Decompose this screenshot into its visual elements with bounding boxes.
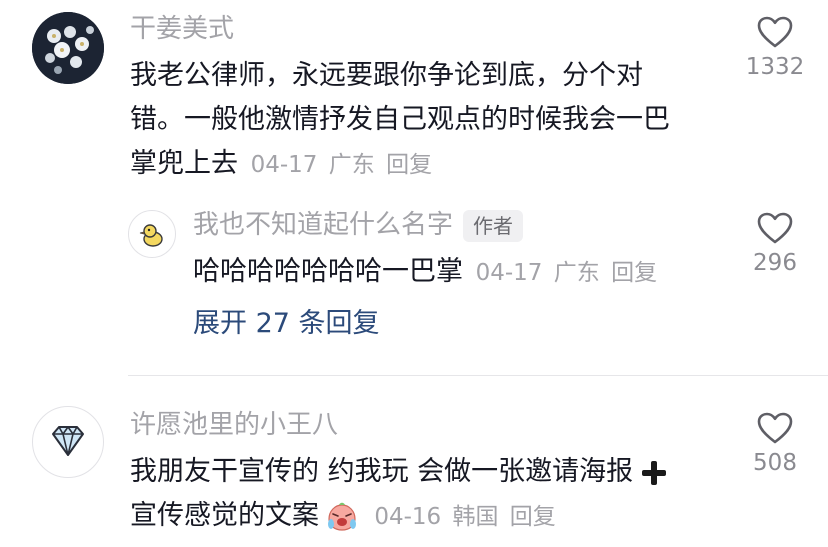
comment-meta: 04-17 广东 回复	[247, 152, 432, 178]
comment-date: 04-17	[250, 152, 318, 178]
like-button[interactable]: 296	[730, 212, 820, 276]
author-badge: 作者	[463, 209, 524, 242]
duck-avatar-icon	[139, 224, 163, 247]
reply-username-row: 我也不知道起什么名字 作者	[193, 208, 524, 242]
heart-icon	[757, 16, 793, 48]
comment-meta: 04-16 韩国 回复	[363, 504, 556, 530]
comment-meta: 04-17 广东 回复	[472, 260, 657, 286]
comment-username[interactable]: 许愿池里的小王八	[130, 408, 338, 442]
reply-username[interactable]: 我也不知道起什么名字	[193, 210, 453, 240]
reply-button[interactable]: 回复	[611, 260, 657, 286]
comment-location: 韩国	[452, 504, 499, 530]
avatar[interactable]	[128, 210, 176, 258]
like-count: 1332	[745, 54, 805, 80]
reply-text-row: 哈哈哈哈哈哈哈一巴掌 04-17 广东 回复	[193, 250, 733, 295]
comment-username[interactable]: 干姜美式	[130, 12, 234, 46]
divider	[128, 375, 828, 376]
like-button[interactable]: 508	[730, 412, 820, 476]
comment-text-line: 我老公律师，永远要跟你争论到底，分个对	[130, 60, 643, 91]
like-count: 508	[753, 450, 797, 476]
comment-text: 我老公律师，永远要跟你争论到底，分个对 错。一般他激情抒发自己观点的时候我会一巴…	[130, 54, 720, 187]
comment-date: 04-17	[475, 260, 543, 286]
avatar[interactable]	[32, 406, 104, 478]
reply-button[interactable]: 回复	[510, 504, 556, 530]
comment-text-line: 我朋友干宣传的 约我玩 会做一张邀请海报	[130, 456, 634, 487]
like-count: 296	[753, 250, 797, 276]
like-button[interactable]: 1332	[730, 16, 820, 80]
crying-face-emoji-icon	[328, 502, 356, 531]
comment-location: 广东	[553, 260, 600, 286]
comment-text: 我朋友干宣传的 约我玩 会做一张邀请海报 宣传感觉的文案 04-16 韩国 回复	[130, 450, 730, 539]
plus-icon	[641, 460, 667, 486]
comment-text-line: 掌兜上去	[130, 148, 238, 179]
comment-text-line-with-icon: 我朋友干宣传的 约我玩 会做一张邀请海报	[130, 450, 730, 494]
comment-location: 广东	[328, 152, 375, 178]
heart-icon	[757, 212, 793, 244]
comment-date: 04-16	[374, 504, 442, 530]
avatar[interactable]	[32, 12, 104, 84]
comment-text-line: 错。一般他激情抒发自己观点的时候我会一巴	[130, 104, 670, 135]
heart-icon	[757, 412, 793, 444]
reply-text: 哈哈哈哈哈哈哈一巴掌	[193, 256, 463, 287]
flower-avatar-icon	[32, 12, 104, 84]
expand-replies-button[interactable]: 展开 27 条回复	[193, 304, 380, 344]
comment-text-line-with-meta: 宣传感觉的文案 04-16 韩国 回复	[130, 494, 730, 539]
diamond-avatar-icon	[52, 426, 84, 456]
reply-button[interactable]: 回复	[386, 152, 432, 178]
comment-text-line: 宣传感觉的文案	[130, 500, 319, 531]
comment-text-line-with-meta: 掌兜上去 04-17 广东 回复	[130, 142, 720, 187]
